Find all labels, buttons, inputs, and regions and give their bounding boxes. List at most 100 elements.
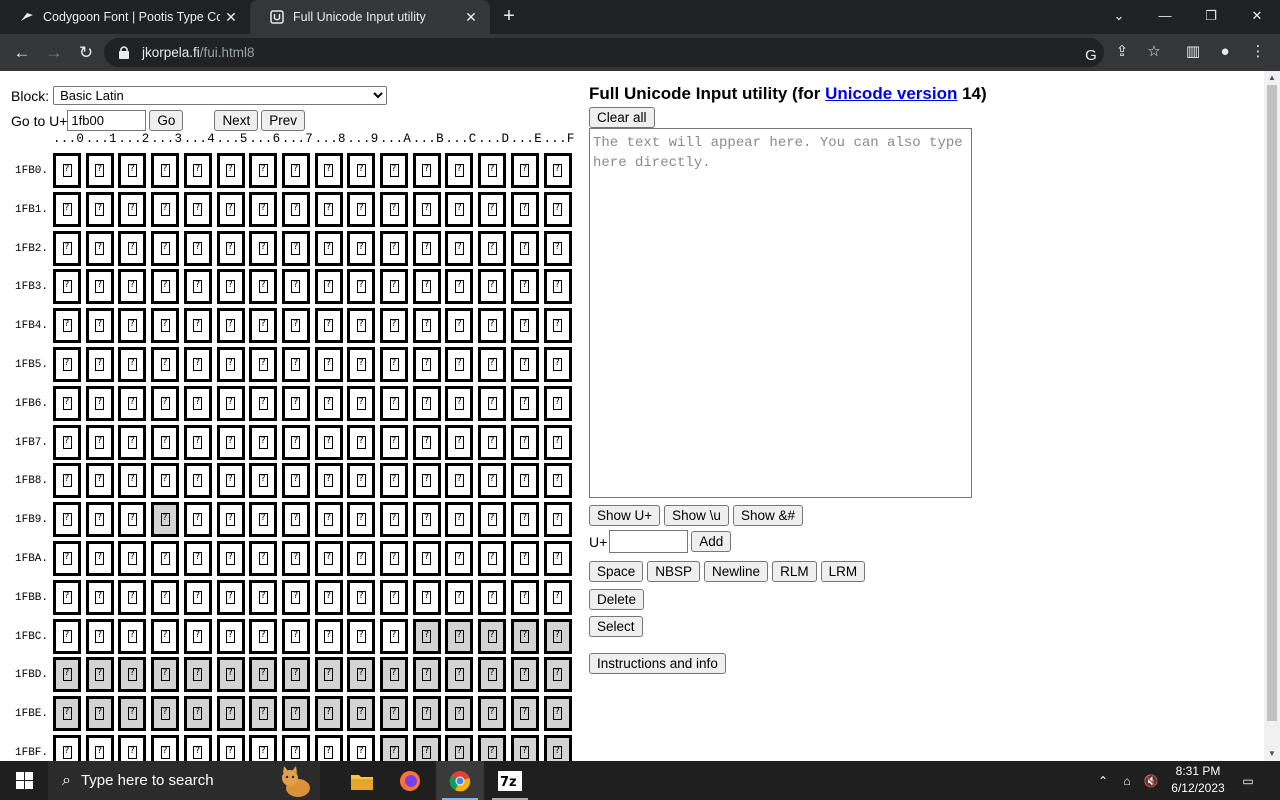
output-textarea[interactable]: The text will appear here. You can also … <box>589 128 972 498</box>
char-cell[interactable] <box>314 657 343 693</box>
close-tab-icon[interactable]: ✕ <box>460 9 482 26</box>
char-cell[interactable] <box>216 579 245 615</box>
char-cell[interactable] <box>510 424 539 460</box>
char-cell[interactable] <box>510 579 539 615</box>
google-lens-icon[interactable]: G <box>1081 46 1101 66</box>
char-cell[interactable] <box>281 618 310 654</box>
char-cell[interactable] <box>314 735 343 761</box>
char-cell[interactable] <box>85 463 114 499</box>
char-cell[interactable] <box>249 269 278 305</box>
char-cell[interactable] <box>380 657 408 693</box>
char-cell[interactable] <box>380 308 408 344</box>
bookmark-star-icon[interactable]: ☆ <box>1144 42 1164 62</box>
char-cell[interactable] <box>216 735 245 761</box>
menu-icon[interactable]: ⋮ <box>1248 42 1268 62</box>
char-cell[interactable] <box>53 269 81 305</box>
char-cell[interactable] <box>118 385 147 421</box>
char-cell[interactable] <box>380 385 408 421</box>
lrm-button[interactable]: LRM <box>820 561 866 582</box>
chrome-icon[interactable] <box>436 761 484 800</box>
char-cell[interactable] <box>543 424 572 460</box>
char-cell[interactable] <box>183 696 212 732</box>
char-cell[interactable] <box>151 347 180 382</box>
char-cell[interactable] <box>249 347 278 382</box>
char-cell[interactable] <box>478 308 507 344</box>
char-cell[interactable] <box>281 385 310 421</box>
char-cell[interactable] <box>85 424 114 460</box>
char-cell[interactable] <box>314 541 343 576</box>
windows-start-icon[interactable] <box>0 761 48 800</box>
char-cell[interactable] <box>412 579 441 615</box>
char-cell[interactable] <box>249 696 278 732</box>
char-cell[interactable] <box>85 696 114 732</box>
char-cell[interactable] <box>53 191 81 227</box>
char-cell[interactable] <box>183 657 212 693</box>
char-cell[interactable] <box>543 502 572 538</box>
space-button[interactable]: Space <box>589 561 644 582</box>
char-cell[interactable] <box>53 618 81 654</box>
char-cell[interactable] <box>281 230 310 266</box>
tab-full-unicode-input[interactable]: Full Unicode Input utility ✕ <box>250 0 490 34</box>
char-cell[interactable] <box>510 269 539 305</box>
char-cell[interactable] <box>118 657 147 693</box>
char-cell[interactable] <box>510 347 539 382</box>
char-cell[interactable] <box>118 618 147 654</box>
char-cell[interactable] <box>314 191 343 227</box>
char-cell[interactable] <box>183 735 212 761</box>
close-window-icon[interactable]: ✕ <box>1234 0 1280 34</box>
scroll-up-icon[interactable]: ▲ <box>1264 71 1280 85</box>
clear-all-button[interactable]: Clear all <box>589 107 655 128</box>
char-cell[interactable] <box>85 385 114 421</box>
char-cell[interactable] <box>380 347 408 382</box>
share-icon[interactable]: ⇪ <box>1112 42 1132 62</box>
char-cell[interactable] <box>347 502 376 538</box>
char-cell[interactable] <box>380 424 408 460</box>
char-cell[interactable] <box>151 463 180 499</box>
char-cell[interactable] <box>478 463 507 499</box>
7zip-icon[interactable]: 7z <box>486 761 534 800</box>
char-cell[interactable] <box>510 618 539 654</box>
char-cell[interactable] <box>183 191 212 227</box>
char-cell[interactable] <box>478 502 507 538</box>
char-cell[interactable] <box>151 424 180 460</box>
char-cell[interactable] <box>380 463 408 499</box>
char-cell[interactable] <box>216 696 245 732</box>
goto-input[interactable] <box>67 110 147 131</box>
firefox-icon[interactable] <box>386 761 434 800</box>
char-cell[interactable] <box>183 269 212 305</box>
new-tab-icon[interactable]: + <box>498 6 520 28</box>
char-cell[interactable] <box>216 153 245 188</box>
char-cell[interactable] <box>216 230 245 266</box>
char-cell[interactable] <box>412 657 441 693</box>
forward-icon[interactable]: → <box>41 40 67 66</box>
char-cell[interactable] <box>445 579 474 615</box>
add-button[interactable]: Add <box>691 531 732 552</box>
char-cell[interactable] <box>183 502 212 538</box>
char-cell[interactable] <box>53 385 81 421</box>
char-cell[interactable] <box>347 618 376 654</box>
file-explorer-icon[interactable] <box>338 761 386 800</box>
char-cell[interactable] <box>478 385 507 421</box>
scroll-down-icon[interactable]: ▼ <box>1264 747 1280 761</box>
char-cell[interactable] <box>151 230 180 266</box>
char-cell[interactable] <box>85 191 114 227</box>
char-cell[interactable] <box>183 424 212 460</box>
select-button[interactable]: Select <box>589 616 643 637</box>
char-cell[interactable] <box>347 657 376 693</box>
char-cell[interactable] <box>478 735 507 761</box>
char-cell[interactable] <box>347 230 376 266</box>
char-cell[interactable] <box>347 735 376 761</box>
char-cell[interactable] <box>85 735 114 761</box>
char-cell[interactable] <box>183 308 212 344</box>
char-cell[interactable] <box>412 541 441 576</box>
show-backslash-u-button[interactable]: Show \u <box>664 505 729 526</box>
char-cell[interactable] <box>249 618 278 654</box>
char-cell[interactable] <box>183 618 212 654</box>
char-cell[interactable] <box>118 541 147 576</box>
show-uplus-button[interactable]: Show U+ <box>589 505 661 526</box>
char-cell[interactable] <box>445 541 474 576</box>
char-cell[interactable] <box>478 230 507 266</box>
char-cell[interactable] <box>380 230 408 266</box>
char-cell[interactable] <box>445 424 474 460</box>
clock[interactable]: 8:31 PM 6/12/2023 <box>1160 763 1236 797</box>
